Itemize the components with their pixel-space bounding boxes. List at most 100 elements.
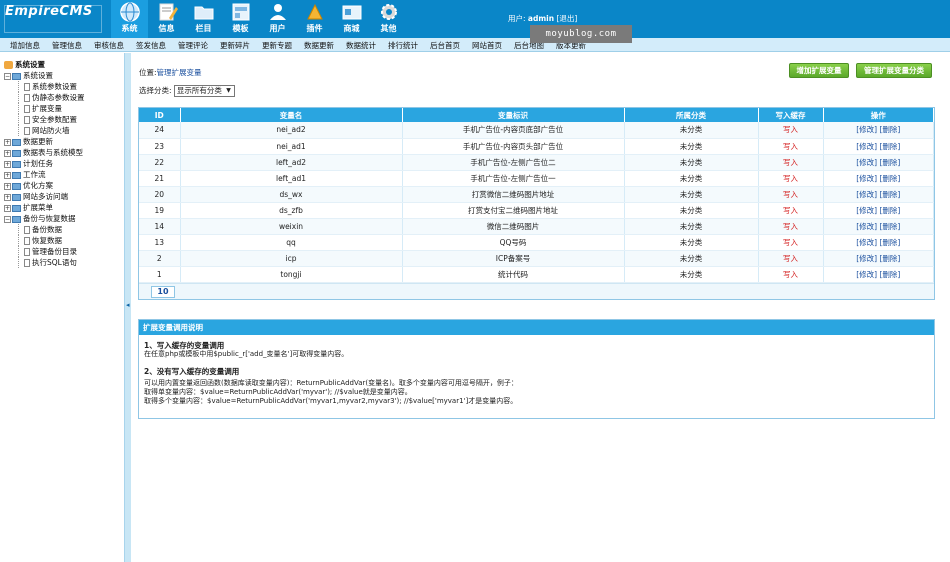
- sidebar-item-15[interactable]: 恢复数据: [4, 235, 122, 246]
- tree-root[interactable]: 系统设置: [4, 59, 122, 70]
- cell-write-cache[interactable]: 写入: [758, 122, 824, 139]
- module-tab-1[interactable]: 信息: [148, 0, 185, 38]
- tree-line: [18, 257, 19, 268]
- cell-write-cache[interactable]: 写入: [758, 250, 824, 267]
- quick-nav-item-11[interactable]: 网站首页: [472, 40, 502, 51]
- column-header-5: 操作: [823, 108, 934, 122]
- sidebar-item-16[interactable]: 管理备份目录: [4, 246, 122, 257]
- sidebar-item-13[interactable]: − 备份与恢复数据: [4, 213, 122, 224]
- module-tab-4[interactable]: 用户: [259, 0, 296, 38]
- collapse-icon[interactable]: −: [4, 72, 11, 80]
- sidebar-item-17[interactable]: 执行SQL语句: [4, 257, 122, 268]
- quick-nav-item-1[interactable]: 管理信息: [52, 40, 82, 51]
- sidebar-item-0[interactable]: − 系统设置: [4, 70, 122, 81]
- module-tab-7[interactable]: 其他: [370, 0, 407, 38]
- folder-icon: [12, 215, 21, 223]
- module-tab-5[interactable]: 插件: [296, 0, 333, 38]
- sidebar-item-6[interactable]: + 数据更新: [4, 136, 122, 147]
- sidebar-item-8[interactable]: + 计划任务: [4, 158, 122, 169]
- expand-icon[interactable]: +: [4, 138, 11, 146]
- cell-var-label: 微信二维码图片: [402, 218, 625, 235]
- sidebar-item-9[interactable]: + 工作流: [4, 169, 122, 180]
- sidebar-item-12[interactable]: + 扩展菜单: [4, 202, 122, 213]
- cell-write-cache[interactable]: 写入: [758, 138, 824, 155]
- sidebar-item-3[interactable]: 扩展变量: [4, 103, 122, 114]
- cell-actions[interactable]: [修改] [删除]: [823, 154, 934, 171]
- cell-id: 24: [139, 122, 181, 139]
- cell-actions[interactable]: [修改] [删除]: [823, 234, 934, 251]
- document-icon: [24, 248, 30, 256]
- cell-actions[interactable]: [修改] [删除]: [823, 266, 934, 283]
- sidebar-item-14[interactable]: 备份数据: [4, 224, 122, 235]
- module-tab-2[interactable]: 栏目: [185, 0, 222, 38]
- cell-var-name: qq: [180, 234, 403, 251]
- cell-actions[interactable]: [修改] [删除]: [823, 170, 934, 187]
- document-icon: [24, 83, 30, 91]
- shop-icon: [340, 1, 364, 23]
- cell-actions[interactable]: [修改] [删除]: [823, 138, 934, 155]
- sidebar-item-10[interactable]: + 优化方案: [4, 180, 122, 191]
- expand-icon[interactable]: +: [4, 149, 11, 157]
- quick-nav-item-7[interactable]: 数据更新: [304, 40, 334, 51]
- quick-nav-item-0[interactable]: 增加信息: [10, 40, 40, 51]
- tree-line: [18, 125, 19, 136]
- cell-category: 未分类: [624, 186, 759, 203]
- cell-actions[interactable]: [修改] [删除]: [823, 218, 934, 235]
- category-select[interactable]: 显示所有分类 ▼: [173, 85, 235, 97]
- cell-actions[interactable]: [修改] [删除]: [823, 250, 934, 267]
- manage-categories-button[interactable]: 管理扩展变量分类: [856, 63, 932, 78]
- document-icon: [24, 116, 30, 124]
- collapse-arrow-icon[interactable]: ◂: [126, 301, 130, 309]
- quick-nav-item-3[interactable]: 签发信息: [136, 40, 166, 51]
- category-select-value: 显示所有分类: [176, 86, 222, 95]
- expand-icon[interactable]: +: [4, 193, 11, 201]
- breadcrumb-link[interactable]: 管理扩展变量: [157, 68, 202, 77]
- quick-nav-item-10[interactable]: 后台首页: [430, 40, 460, 51]
- cell-write-cache[interactable]: 写入: [758, 154, 824, 171]
- cell-category: 未分类: [624, 218, 759, 235]
- sidebar-item-4[interactable]: 安全参数配置: [4, 114, 122, 125]
- cell-actions[interactable]: [修改] [删除]: [823, 202, 934, 219]
- sidebar-tree: 系统设置 − 系统设置 系统参数设置 伪静态参数设置 扩展变量 安全参数配置 网站防火墙 + 数…: [4, 59, 122, 268]
- quick-nav-item-4[interactable]: 管理评论: [178, 40, 208, 51]
- cell-write-cache[interactable]: 写入: [758, 186, 824, 203]
- top-header: EmpireCMS 系统 信息 栏目 模板 用户 插件 商城 其他 用户: admin [退出…: [0, 0, 950, 38]
- cell-category: 未分类: [624, 122, 759, 139]
- expand-icon[interactable]: +: [4, 160, 11, 168]
- quick-nav-item-2[interactable]: 审核信息: [94, 40, 124, 51]
- cell-var-name: icp: [180, 250, 403, 267]
- quick-nav-item-6[interactable]: 更新专题: [262, 40, 292, 51]
- quick-nav-item-5[interactable]: 更新碎片: [220, 40, 250, 51]
- cell-actions[interactable]: [修改] [删除]: [823, 122, 934, 139]
- user-icon: [266, 1, 290, 23]
- cell-var-name: nei_ad2: [180, 122, 403, 139]
- table-row: 2 icp ICP备案号 未分类 写入 [修改] [删除]: [139, 250, 934, 267]
- cell-write-cache[interactable]: 写入: [758, 234, 824, 251]
- chevron-down-icon: ▼: [226, 87, 231, 94]
- add-variable-button[interactable]: 增加扩展变量: [789, 63, 849, 78]
- sidebar-item-5[interactable]: 网站防火墙: [4, 125, 122, 136]
- module-tab-3[interactable]: 模板: [222, 0, 259, 38]
- module-tab-label: 商城: [343, 24, 360, 33]
- module-tab-0[interactable]: 系统: [111, 0, 148, 38]
- sidebar-item-1[interactable]: 系统参数设置: [4, 81, 122, 92]
- expand-icon[interactable]: +: [4, 182, 11, 190]
- logout-link[interactable]: [退出]: [556, 14, 577, 23]
- module-tab-6[interactable]: 商城: [333, 0, 370, 38]
- collapse-icon[interactable]: −: [4, 215, 11, 223]
- cell-write-cache[interactable]: 写入: [758, 170, 824, 187]
- expand-icon[interactable]: +: [4, 171, 11, 179]
- expand-icon[interactable]: +: [4, 204, 11, 212]
- cell-write-cache[interactable]: 写入: [758, 218, 824, 235]
- quick-nav-item-8[interactable]: 数据统计: [346, 40, 376, 51]
- quick-nav-item-9[interactable]: 排行统计: [388, 40, 418, 51]
- sidebar-item-11[interactable]: + 网站多访问端: [4, 191, 122, 202]
- cell-write-cache[interactable]: 写入: [758, 266, 824, 283]
- sidebar-item-7[interactable]: + 数据表与系统模型: [4, 147, 122, 158]
- cell-actions[interactable]: [修改] [删除]: [823, 186, 934, 203]
- table-row: 23 nei_ad1 手机广告位-内容页头部广告位 未分类 写入 [修改] [删除]: [139, 138, 934, 155]
- cell-write-cache[interactable]: 写入: [758, 202, 824, 219]
- sidebar-item-2[interactable]: 伪静态参数设置: [4, 92, 122, 103]
- sidebar-item-label: 网站多访问端: [23, 192, 68, 201]
- sidebar-toggle-strip[interactable]: ◂: [124, 53, 131, 562]
